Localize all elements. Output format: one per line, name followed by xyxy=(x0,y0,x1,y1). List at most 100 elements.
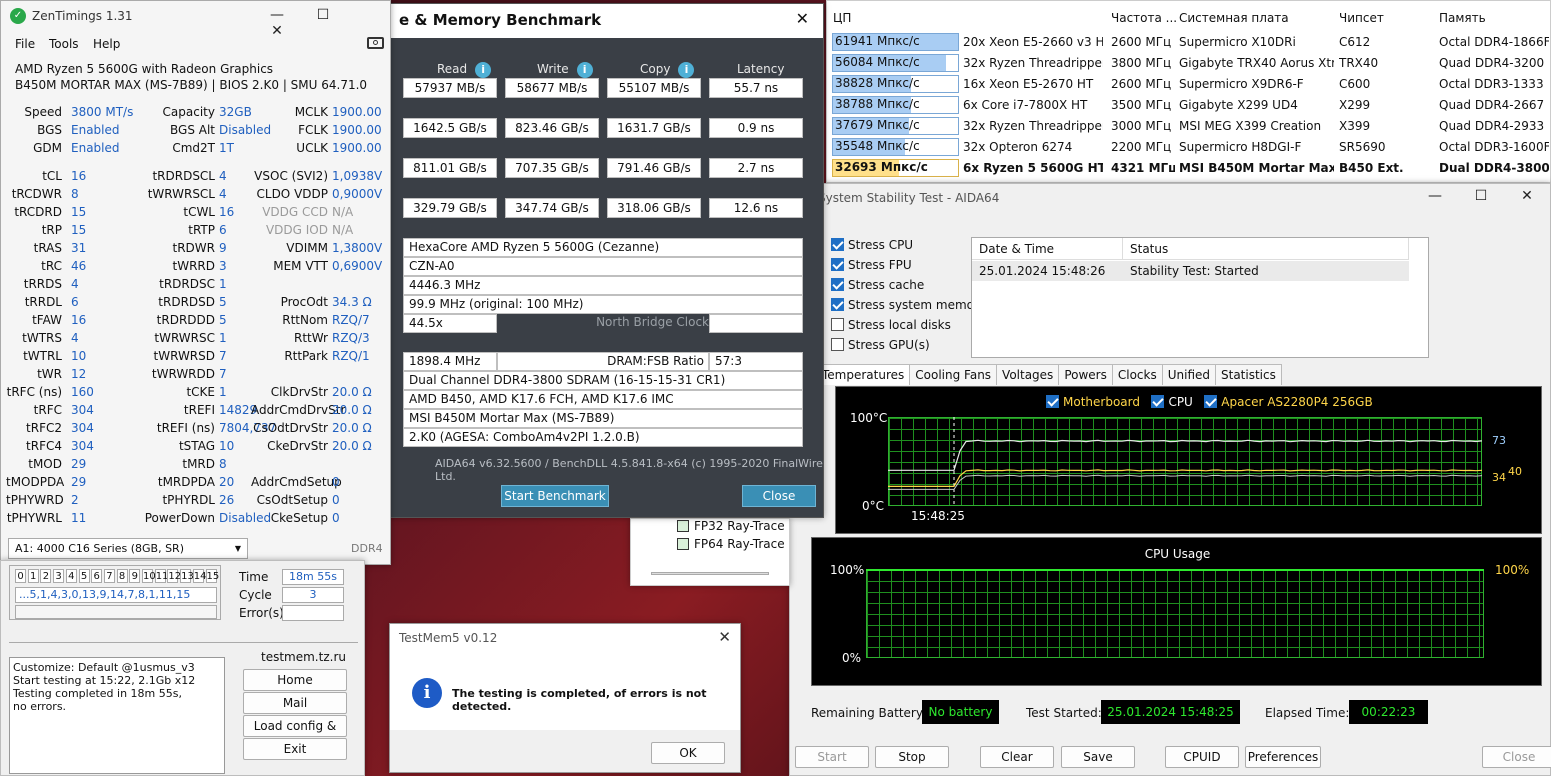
load-config-button[interactable]: Load config & exit xyxy=(243,715,347,753)
bench-cell-write: 707.35 GB/s xyxy=(505,158,599,178)
dimm-select[interactable]: A1: 4000 C16 Series (8GB, SR) ▼ xyxy=(8,538,248,559)
timing-label: CkeDrvStr xyxy=(267,439,328,453)
table-row[interactable]: 38788 Мпкс/с 6x Core i7-7800X HT 3500 МГц G… xyxy=(827,95,1551,116)
temp-value-ssd: 34 xyxy=(1492,471,1506,484)
timing-label: RttNom xyxy=(282,313,328,327)
test-number: 9 xyxy=(129,569,141,583)
cell-board: MSI B450M Mortar Max ... xyxy=(1179,161,1334,175)
test-number: 11 xyxy=(154,569,169,583)
test-sequence: ...5,1,4,3,0,13,9,14,7,8,1,11,15 xyxy=(15,587,217,603)
save-button[interactable]: Save xyxy=(1061,746,1135,768)
timing-label: tRDRDSC xyxy=(159,277,215,291)
info-icon[interactable]: i xyxy=(475,62,492,78)
col-header-memory[interactable]: Память xyxy=(1439,11,1486,25)
caption-buttons: —☐✕ xyxy=(254,7,390,39)
score-value: 56084 Мпкс/с xyxy=(835,55,920,69)
table-row[interactable]: 56084 Мпкс/с 32x Ryzen Threadripper ... 38… xyxy=(827,53,1551,74)
table-row[interactable]: 38828 Мпкс/с 16x Xeon E5-2670 HT 2600 МГц S… xyxy=(827,74,1551,95)
scrollbar[interactable] xyxy=(651,572,769,575)
timing-label: tRFC4 xyxy=(26,439,62,453)
menu-help[interactable]: Help xyxy=(93,37,120,51)
table-row[interactable]: 35548 Мпкс/с 32x Opteron 6274 2200 МГц Supe… xyxy=(827,137,1551,158)
timing-label: tRFC xyxy=(33,403,62,417)
timing-value: 15 xyxy=(71,205,87,219)
timing-value: 304 xyxy=(71,403,94,417)
test-number: 5 xyxy=(78,569,90,583)
minimize-icon[interactable]: — xyxy=(254,7,300,23)
minimize-icon[interactable]: — xyxy=(1412,188,1458,204)
nb-clock-value xyxy=(709,314,803,333)
timing-label: CsOdtSetup xyxy=(256,493,328,507)
tab-powers[interactable]: Powers xyxy=(1058,364,1113,385)
cell-board: Gigabyte X299 UD4 xyxy=(1179,98,1298,112)
info-icon[interactable]: i xyxy=(576,62,593,78)
site-label: testmem.tz.ru xyxy=(261,650,346,664)
close-icon[interactable]: ✕ xyxy=(1504,188,1550,204)
table-row[interactable]: 37679 Мпкс/с 32x Ryzen Threadripper ... 30… xyxy=(827,116,1551,137)
menu-file[interactable]: File xyxy=(15,37,35,51)
grid-header-status[interactable]: Status xyxy=(1123,238,1409,260)
tab-clocks[interactable]: Clocks xyxy=(1111,364,1163,385)
timing-value: 20.0 Ω xyxy=(332,385,372,399)
list-item[interactable]: FP32 Ray-Trace xyxy=(677,519,785,533)
tab-temperatures[interactable]: Temperatures xyxy=(816,364,911,385)
cell-board: Gigabyte TRX40 Aorus Xtr... xyxy=(1179,56,1334,70)
score-bar: 56084 Мпкс/с xyxy=(832,54,959,72)
tab-voltages[interactable]: Voltages xyxy=(996,364,1060,385)
close-icon[interactable]: ✕ xyxy=(718,628,731,646)
home-button[interactable]: Home xyxy=(243,669,347,691)
col-header-freq[interactable]: Частота ... xyxy=(1111,11,1177,25)
legend-checkbox-cpu[interactable] xyxy=(1151,395,1165,408)
stress-checkbox[interactable]: Stress local disks xyxy=(831,318,951,332)
stop-button[interactable]: Stop xyxy=(875,746,949,768)
close-button[interactable]: Close xyxy=(1482,746,1551,768)
timing-value: 7 xyxy=(219,367,227,381)
dialog-title: TestMem5 v0.12 xyxy=(399,631,498,645)
close-icon[interactable]: ✕ xyxy=(796,9,809,28)
info-icon[interactable]: i xyxy=(678,62,695,78)
legend-checkbox-motherboard[interactable] xyxy=(1046,395,1059,408)
stress-checkbox[interactable]: Stress FPU xyxy=(831,258,912,272)
cell-board: MSI MEG X399 Creation xyxy=(1179,119,1322,133)
stress-checkbox[interactable]: Stress GPU(s) xyxy=(831,338,930,352)
usage-axis-top: 100% xyxy=(830,563,865,577)
table-row[interactable]: 32693 Мпкс/с 6x Ryzen 5 5600G HT 4321 МГц M… xyxy=(827,158,1551,179)
timing-label: tRFC (ns) xyxy=(6,385,62,399)
legend-checkbox-ssd[interactable] xyxy=(1204,395,1218,408)
ok-button[interactable]: OK xyxy=(651,742,725,764)
stress-checkbox[interactable]: Stress cache xyxy=(831,278,924,292)
tab-unified[interactable]: Unified xyxy=(1161,364,1216,385)
col-header-chipset[interactable]: Чипсет xyxy=(1339,11,1384,25)
grid-header-datetime[interactable]: Date & Time xyxy=(972,238,1123,260)
timing-value: 1,3800V xyxy=(332,241,383,255)
checkbox-label: Stress local disks xyxy=(848,318,951,332)
camera-icon[interactable] xyxy=(367,37,384,49)
checkbox-icon xyxy=(831,278,844,291)
bus-clock: 99.9 MHz (original: 100 MHz) xyxy=(403,295,803,314)
bench-cell-copy: 791.46 GB/s xyxy=(607,158,701,178)
mail-button[interactable]: Mail xyxy=(243,692,347,714)
timing-label: tPHYWRL xyxy=(6,511,62,525)
clear-button[interactable]: Clear xyxy=(980,746,1054,768)
cell-cpu: 6x Core i7-7800X HT xyxy=(963,98,1088,112)
start-button[interactable]: Start xyxy=(795,746,869,768)
close-icon[interactable]: ✕ xyxy=(254,23,300,39)
stress-checkbox[interactable]: Stress system memory xyxy=(831,298,986,312)
list-item[interactable]: FP64 Ray-Trace xyxy=(677,537,785,551)
maximize-icon[interactable]: ☐ xyxy=(1458,188,1504,204)
cpuid-button[interactable]: CPUID xyxy=(1165,746,1239,768)
stress-checkbox[interactable]: Stress CPU xyxy=(831,238,913,252)
tab-statistics[interactable]: Statistics xyxy=(1215,364,1282,385)
table-row[interactable]: 61941 Мпкс/с 20x Xeon E5-2660 v3 HT 2600 М… xyxy=(827,32,1551,53)
close-button[interactable]: Close xyxy=(742,485,816,507)
timing-label: AddrCmdDrvStr xyxy=(251,403,346,417)
exit-button[interactable]: Exit xyxy=(243,738,347,760)
tab-cooling-fans[interactable]: Cooling Fans xyxy=(909,364,998,385)
col-header-board[interactable]: Системная плата xyxy=(1179,11,1289,25)
start-benchmark-button[interactable]: Start Benchmark xyxy=(501,485,609,507)
preferences-button[interactable]: Preferences xyxy=(1245,746,1321,768)
menu-tools[interactable]: Tools xyxy=(49,37,79,51)
col-header-cpu[interactable]: ЦП xyxy=(833,11,851,25)
maximize-icon[interactable]: ☐ xyxy=(300,7,346,23)
timing-label: tRC xyxy=(41,259,62,273)
